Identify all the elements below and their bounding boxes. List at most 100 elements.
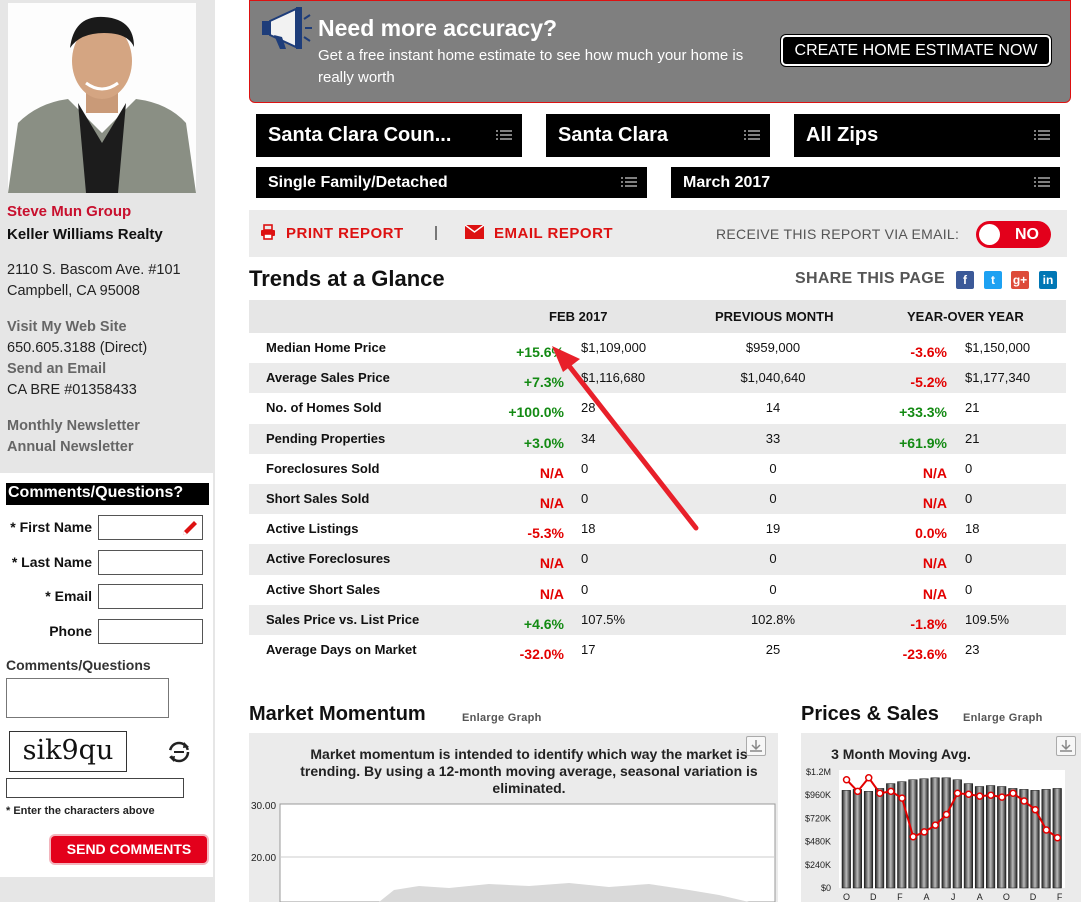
last-name-label: * Last Name [11,554,92,570]
agent-photo [8,3,196,193]
price-point [887,787,895,796]
refresh-captcha-icon[interactable] [166,739,192,765]
property-type-select[interactable]: Single Family/Detached [256,167,647,198]
row-previous: 25 [765,641,781,657]
city-select-value: Santa Clara [558,124,669,146]
price-point [1020,797,1028,805]
first-name-field[interactable] [98,515,203,540]
y-tick-label: $240K [805,860,831,870]
property-type-value: Single Family/Detached [268,174,448,191]
y-tick-label: $720K [805,813,831,823]
row-value: 28 [581,400,596,416]
row-value: 0 [581,551,589,567]
website-link[interactable]: Visit My Web Site [7,319,127,335]
row-label: Foreclosures Sold [266,460,380,476]
megaphone-icon [262,7,312,49]
captcha-image: sik9qu [9,731,127,772]
send-comments-button[interactable]: SEND COMMENTS [51,836,207,863]
chart-bar [841,790,851,889]
last-name-field[interactable] [98,550,203,575]
y-tick-label: $1.2M [806,767,831,777]
chart-bar [997,786,1007,889]
price-point [920,828,928,836]
annual-newsletter-link[interactable]: Annual Newsletter [7,439,134,455]
linkedin-icon[interactable]: in [1039,271,1057,289]
zip-select-value: All Zips [806,124,879,146]
row-yoy-value: 18 [965,521,980,537]
agent-company: Keller Williams Realty [7,226,163,243]
download-icon[interactable] [1056,736,1076,756]
create-estimate-button[interactable]: CREATE HOME ESTIMATE NOW [781,35,1051,66]
row-yoy-value: 0 [965,460,973,476]
printer-icon [261,224,275,240]
price-point [842,775,851,784]
prices-enlarge-link[interactable]: Enlarge Graph [963,712,1043,724]
chart-bar [852,789,862,889]
table-row: Active Listings -5.3% 18 19 0.0% 18 [249,514,1066,544]
agent-phone: 650.605.3188 (Direct) [7,340,148,356]
pencil-icon [183,521,197,535]
x-tick-label: A [923,892,929,902]
captcha-input[interactable] [6,778,184,798]
market-momentum-title: Market Momentum [249,703,426,725]
row-yoy-value: 21 [965,400,980,416]
row-value: 17 [581,641,596,657]
x-tick-label: O [1003,892,1010,902]
price-point [1053,833,1062,842]
row-yoy-value: 0 [965,490,973,506]
x-tick-label: D [870,892,877,902]
row-label: Average Sales Price [266,370,390,386]
agent-license: CA BRE #01358433 [7,382,137,398]
agent-name[interactable]: Steve Mun Group [7,203,131,220]
price-point [976,792,984,800]
list-menu-icon [1034,176,1050,187]
price-point [942,810,951,819]
prices-sales-chart: $0 $240K $480K $720K $960K $1.2M O D F A J A O D F [805,767,1065,902]
row-label: Sales Price vs. List Price [266,611,420,627]
email-report-button[interactable]: EMAIL REPORT [464,210,613,257]
county-select[interactable]: Santa Clara Coun... [256,114,522,157]
row-previous: 0 [769,460,777,476]
row-change: -32.0% [519,645,564,662]
banner-subtitle: Get a free instant home estimate to see … [318,47,744,86]
row-previous: 0 [769,581,777,597]
table-row: Pending Properties +3.0% 34 33 +61.9% 21 [249,423,1066,454]
y-tick-label: 20.00 [251,853,276,864]
table-row: No. of Homes Sold +100.0% 28 14 +33.3% 21 [249,393,1066,423]
x-tick-label: F [1057,892,1063,902]
row-yoy-value: $1,177,340 [965,370,1031,386]
receive-email-toggle[interactable]: NO [976,221,1051,248]
table-row: Foreclosures Sold N/A 0 0 N/A 0 [249,454,1066,484]
row-yoy-value: 23 [965,641,980,657]
monthly-newsletter-link[interactable]: Monthly Newsletter [7,418,140,434]
price-point [1042,826,1051,834]
email-link[interactable]: Send an Email [7,361,106,377]
phone-field[interactable] [98,619,203,644]
price-point [964,790,973,798]
row-label: Average Days on Market [266,641,417,657]
facebook-icon[interactable]: f [956,271,974,289]
y-tick-label: 30.00 [251,801,276,812]
table-row: Average Sales Price +7.3% $1,116,680 $1,040… [249,363,1066,394]
month-select[interactable]: March 2017 [671,167,1060,198]
price-point [909,833,917,841]
comments-textarea[interactable] [6,678,169,718]
twitter-icon[interactable]: t [984,271,1002,289]
trends-title: Trends at a Glance [249,266,445,291]
header-yoy: YEAR-OVER YEAR [907,309,1024,324]
y-tick-label: $960K [805,790,831,800]
momentum-enlarge-link[interactable]: Enlarge Graph [462,712,542,724]
chart-bar [875,788,885,889]
list-menu-icon [1034,129,1050,140]
zip-select[interactable]: All Zips [794,114,1060,157]
price-point [898,794,906,802]
email-field[interactable] [98,584,203,609]
row-yoy-value: 21 [965,430,980,446]
row-yoy-value: $1,150,000 [965,340,1031,355]
toggle-state: NO [1015,226,1039,243]
chart-bar [930,777,940,889]
table-row: Median Home Price +15.6% $1,109,000 $959,00… [249,333,1066,363]
print-report-button[interactable]: PRINT REPORT [260,210,404,257]
google-plus-icon[interactable]: g+ [1011,271,1029,289]
city-select[interactable]: Santa Clara [546,114,770,157]
